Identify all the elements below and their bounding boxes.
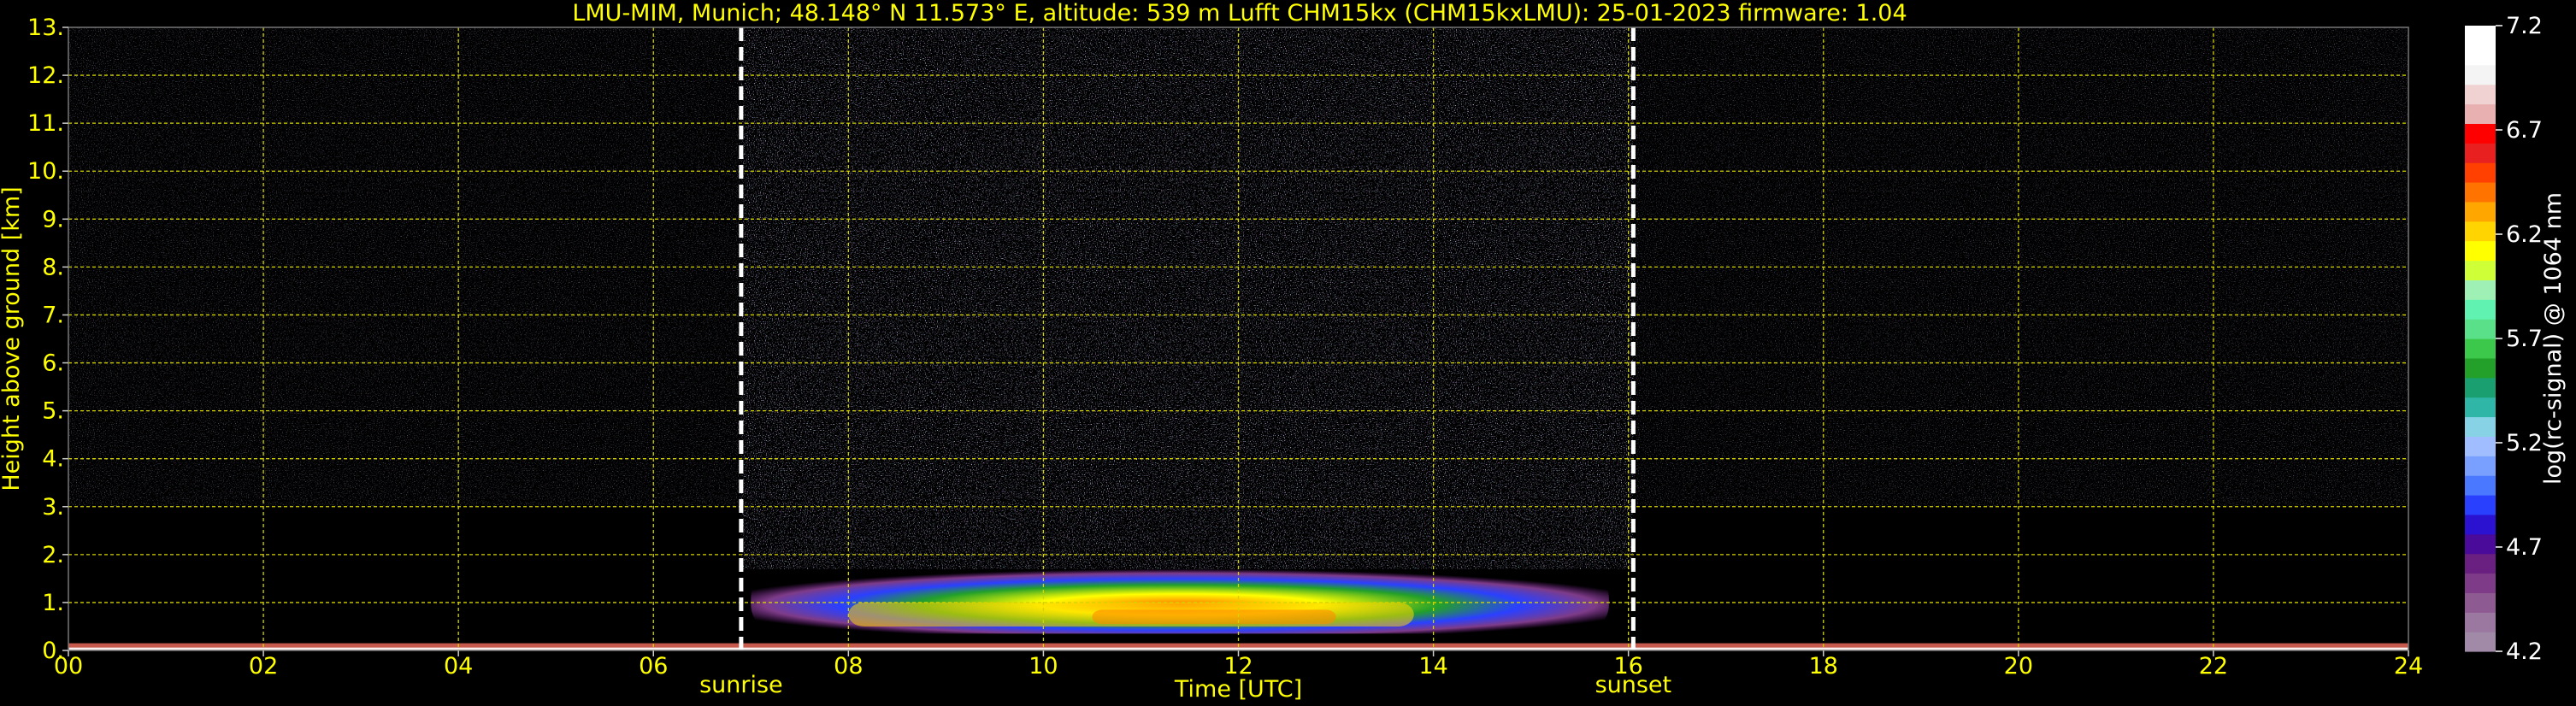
y-tick-label: 2. bbox=[42, 542, 64, 568]
colorbar-swatch bbox=[2465, 397, 2496, 418]
colorbar-tick-label: 6.2 bbox=[2506, 221, 2543, 248]
colorbar-label: log(rc-signal) @ 1064 nm bbox=[2540, 192, 2567, 485]
colorbar-tick-label: 5.2 bbox=[2506, 430, 2543, 456]
plot-area: sunrise sunset bbox=[68, 26, 2409, 698]
colorbar-swatch bbox=[2465, 103, 2496, 124]
colorbar-tick-label: 6.7 bbox=[2506, 117, 2543, 144]
x-tick-label: 18 bbox=[1809, 653, 1838, 680]
y-tick-label: 5. bbox=[42, 398, 64, 425]
ceilometer-figure: LMU-MIM, Munich; 48.148° N 11.573° E, al… bbox=[0, 0, 2567, 703]
x-tick-label: 20 bbox=[2004, 653, 2033, 680]
colorbar-swatch bbox=[2465, 612, 2496, 632]
x-axis: 00 02 04 06 08 10 12 14 16 18 20 22 24 bbox=[54, 650, 2423, 680]
colorbar-swatch bbox=[2465, 44, 2496, 66]
colorbar-swatch bbox=[2465, 240, 2496, 262]
colorbar-swatch bbox=[2465, 357, 2496, 379]
colorbar-tick-label: 7.2 bbox=[2506, 13, 2543, 39]
colorbar-swatch bbox=[2465, 299, 2496, 320]
x-tick-label: 04 bbox=[444, 653, 473, 680]
x-tick-label: 08 bbox=[834, 653, 863, 680]
daylight-noise bbox=[740, 27, 1634, 569]
colorbar-swatch bbox=[2465, 475, 2496, 496]
colorbar-swatch bbox=[2465, 319, 2496, 339]
colorbar-swatch bbox=[2465, 632, 2496, 652]
y-tick-label: 8. bbox=[42, 254, 64, 280]
y-tick-label: 4. bbox=[42, 446, 64, 473]
colorbar-swatch bbox=[2465, 495, 2496, 515]
colorbar: 4.2 4.7 5.2 5.7 6.2 6.7 7.2 bbox=[2465, 13, 2543, 665]
colorbar-swatch bbox=[2465, 377, 2496, 398]
colorbar-tick-label: 5.7 bbox=[2506, 326, 2543, 352]
y-tick-label: 9. bbox=[42, 206, 64, 232]
boundary-layer-peak bbox=[1092, 609, 1336, 625]
colorbar-swatch bbox=[2465, 123, 2496, 144]
colorbar-tick-label: 4.2 bbox=[2506, 638, 2543, 665]
colorbar-swatch bbox=[2465, 201, 2496, 222]
y-tick-label: 7. bbox=[42, 302, 64, 328]
colorbar-swatch bbox=[2465, 64, 2496, 85]
sun-marker-label: sunrise bbox=[699, 672, 783, 698]
x-tick-label: 22 bbox=[2199, 653, 2228, 680]
colorbar-swatch bbox=[2465, 143, 2496, 163]
colorbar-swatch bbox=[2465, 416, 2496, 437]
colorbar-swatch bbox=[2465, 84, 2496, 105]
colorbar-swatch bbox=[2465, 162, 2496, 183]
y-tick-label: 13. bbox=[27, 15, 64, 41]
colorbar-swatch bbox=[2465, 221, 2496, 242]
x-tick-label: 02 bbox=[249, 653, 278, 680]
x-tick-label: 06 bbox=[639, 653, 668, 680]
colorbar-swatch bbox=[2465, 553, 2496, 574]
y-tick-label: 0. bbox=[42, 638, 64, 664]
y-tick-label: 12. bbox=[27, 62, 64, 89]
y-tick-label: 3. bbox=[42, 494, 64, 521]
colorbar-swatch bbox=[2465, 279, 2496, 300]
x-tick-label: 14 bbox=[1418, 653, 1447, 680]
x-axis-label: Time [UTC] bbox=[1174, 676, 1302, 703]
chart-title: LMU-MIM, Munich; 48.148° N 11.573° E, al… bbox=[572, 0, 1907, 26]
x-tick-label: 16 bbox=[1613, 653, 1642, 680]
colorbar-swatch bbox=[2465, 182, 2496, 203]
colorbar-swatch bbox=[2465, 456, 2496, 476]
y-tick-label: 10. bbox=[27, 158, 64, 185]
y-tick-label: 11. bbox=[27, 110, 64, 137]
colorbar-swatch bbox=[2465, 436, 2496, 456]
y-tick-label: 6. bbox=[42, 350, 64, 377]
colorbar-swatch bbox=[2465, 592, 2496, 613]
colorbar-swatch bbox=[2465, 533, 2496, 555]
x-tick-label: 10 bbox=[1029, 653, 1058, 680]
colorbar-swatch bbox=[2465, 26, 2496, 46]
x-tick-label: 24 bbox=[2394, 653, 2423, 680]
y-axis-label: Height above ground [km] bbox=[0, 186, 25, 491]
colorbar-swatch bbox=[2465, 338, 2496, 359]
y-axis: 0. 1. 2. 3. 4. 5. 6. 7. 8. 9. 10. 11. 12. 13. bbox=[27, 15, 68, 664]
colorbar-tick-label: 4.7 bbox=[2506, 534, 2543, 561]
y-tick-label: 1. bbox=[42, 590, 64, 616]
colorbar-swatch bbox=[2465, 514, 2496, 535]
colorbar-swatch bbox=[2465, 260, 2496, 280]
colorbar-swatch bbox=[2465, 573, 2496, 593]
